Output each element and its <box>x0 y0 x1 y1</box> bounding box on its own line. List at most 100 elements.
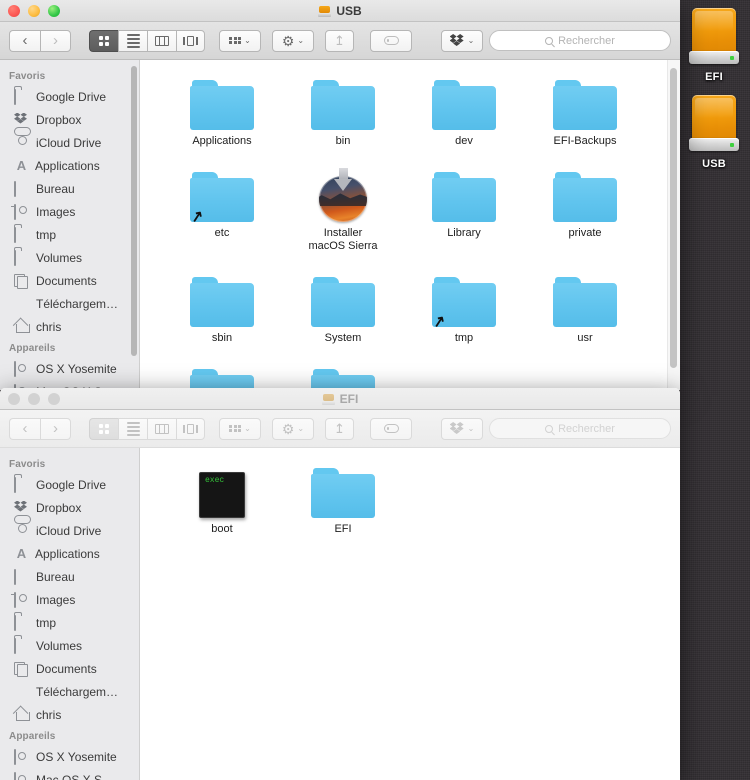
dropbox-button[interactable]: ⌄ <box>441 417 483 440</box>
sidebar-item-volumes[interactable]: Volumes <box>0 634 139 657</box>
coverflow-icon <box>183 423 198 434</box>
tags-button[interactable] <box>370 29 412 52</box>
back-button[interactable]: ‹ <box>9 29 40 52</box>
desktop-icon-usb[interactable]: USB <box>679 95 749 170</box>
file-item[interactable]: Library <box>404 166 524 253</box>
forward-button[interactable]: › <box>40 417 71 440</box>
tags-button[interactable] <box>370 417 412 440</box>
sidebar-item-volumes[interactable]: Volumes <box>0 246 139 269</box>
view-as-icons-button[interactable] <box>89 29 118 52</box>
sidebar-item-chris[interactable]: chris <box>0 315 139 338</box>
sidebar-item-bureau[interactable]: Bureau <box>0 565 139 588</box>
titlebar[interactable]: USB <box>0 0 680 22</box>
file-label: usr <box>577 332 593 344</box>
minimize-button[interactable] <box>28 393 40 405</box>
folder-icon <box>14 249 30 266</box>
action-menu-button[interactable]: ⚙ ⌄ <box>272 29 314 52</box>
documents-icon <box>14 274 30 288</box>
view-as-coverflow-button[interactable] <box>176 417 205 440</box>
share-button[interactable]: ↥ <box>325 29 354 52</box>
sidebar-item-telechargements[interactable]: Téléchargem… <box>0 292 139 315</box>
folder-icon <box>309 74 377 130</box>
sidebar-item-telechargements[interactable]: Téléchargem… <box>0 680 139 703</box>
file-item[interactable]: ↗ etc <box>162 166 282 253</box>
file-item[interactable]: bin <box>283 74 403 148</box>
file-item[interactable]: sbin <box>162 271 282 345</box>
sidebar-item-bureau[interactable]: Bureau <box>0 177 139 200</box>
finder-window-efi[interactable]: EFI ‹ › ⌄ ⚙ ⌄ ↥ ⌄ Rechercher Favoris Goo… <box>0 388 680 780</box>
view-as-columns-button[interactable] <box>147 29 176 52</box>
search-input[interactable]: Rechercher <box>489 30 671 51</box>
action-menu-button[interactable]: ⚙ ⌄ <box>272 417 314 440</box>
finder-window-usb[interactable]: USB ‹ › ⌄ ⚙ ⌄ ↥ ⌄ Rechercher Favoris Goo… <box>0 0 680 390</box>
sidebar-item-documents[interactable]: Documents <box>0 269 139 292</box>
sidebar-item-label: Google Drive <box>36 477 107 492</box>
sidebar-item-tmp[interactable]: tmp <box>0 611 139 634</box>
maximize-button[interactable] <box>48 393 60 405</box>
back-button[interactable]: ‹ <box>9 417 40 440</box>
view-as-list-button[interactable] <box>118 29 147 52</box>
desktop-icon-efi[interactable]: EFI <box>679 8 749 83</box>
file-item[interactable]: Applications <box>162 74 282 148</box>
chevron-down-icon: ⌄ <box>467 35 475 45</box>
columns-icon <box>155 423 169 434</box>
sidebar-item-os-x-yosemite[interactable]: OS X Yosemite <box>0 745 139 768</box>
sidebar-item-label: Téléchargem… <box>36 684 119 699</box>
sidebar-item-mac-os-x-s[interactable]: Mac OS X S… <box>0 768 139 780</box>
close-button[interactable] <box>8 5 20 17</box>
sidebar-item-applications[interactable]: A Applications <box>0 154 139 177</box>
search-input[interactable]: Rechercher <box>489 418 671 439</box>
close-button[interactable] <box>8 393 20 405</box>
minimize-button[interactable] <box>28 5 40 17</box>
file-area[interactable]: boot EFI <box>140 448 680 780</box>
file-item[interactable]: boot <box>162 462 282 536</box>
file-item[interactable]: dev <box>404 74 524 148</box>
file-item[interactable] <box>162 363 282 390</box>
view-as-columns-button[interactable] <box>147 417 176 440</box>
forward-button[interactable]: › <box>40 29 71 52</box>
file-item[interactable]: usr <box>525 271 645 345</box>
file-item[interactable]: Installer macOS Sierra <box>283 166 403 253</box>
file-item[interactable]: EFI-Backups <box>525 74 645 148</box>
sidebar-item-applications[interactable]: A Applications <box>0 542 139 565</box>
folder-icon <box>430 166 498 222</box>
sidebar-item-google-drive[interactable]: Google Drive <box>0 85 139 108</box>
sidebar-item-icloud-drive[interactable]: iCloud Drive <box>0 131 139 154</box>
sidebar-item-icloud-drive[interactable]: iCloud Drive <box>0 519 139 542</box>
sidebar-item-label: Images <box>36 204 76 219</box>
file-area[interactable]: Applications bin dev EFI-Backups ↗ etc I… <box>140 60 680 390</box>
view-as-coverflow-button[interactable] <box>176 29 205 52</box>
sidebar-item-google-drive[interactable]: Google Drive <box>0 473 139 496</box>
file-item[interactable]: System <box>283 271 403 345</box>
content-scrollbar[interactable] <box>670 68 677 368</box>
columns-icon <box>155 35 169 46</box>
sidebar-scrollbar[interactable] <box>131 66 137 356</box>
sidebar-item-os-x-yosemite[interactable]: OS X Yosemite <box>0 357 139 380</box>
file-item[interactable]: EFI <box>283 462 403 536</box>
sidebar-item-chris[interactable]: chris <box>0 703 139 726</box>
file-item[interactable]: ↗ tmp <box>404 271 524 345</box>
titlebar[interactable]: EFI <box>0 388 680 410</box>
home-icon <box>14 708 30 722</box>
folder-icon: ↗ <box>188 166 256 226</box>
arrange-icon <box>229 36 242 45</box>
share-button[interactable]: ↥ <box>325 417 354 440</box>
sidebar-item-tmp[interactable]: tmp <box>0 223 139 246</box>
sidebar-item-images[interactable]: Images <box>0 588 139 611</box>
sidebar-item-images[interactable]: Images <box>0 200 139 223</box>
file-item[interactable] <box>283 363 403 390</box>
file-label: Installer macOS Sierra <box>308 227 378 252</box>
arrange-button[interactable]: ⌄ <box>219 417 261 440</box>
file-label: dev <box>455 135 473 147</box>
desktop-icon-area: EFI USB <box>678 8 750 170</box>
view-as-list-button[interactable] <box>118 417 147 440</box>
file-label: private <box>568 227 602 239</box>
sidebar-item-documents[interactable]: Documents <box>0 657 139 680</box>
view-as-icons-button[interactable] <box>89 417 118 440</box>
maximize-button[interactable] <box>48 5 60 17</box>
sidebar: Favoris Google Drive Dropbox iCloud Driv… <box>0 448 140 780</box>
dropbox-button[interactable]: ⌄ <box>441 29 483 52</box>
arrange-button[interactable]: ⌄ <box>219 29 261 52</box>
sidebar-item-label: Volumes <box>36 250 83 265</box>
file-item[interactable]: private <box>525 166 645 253</box>
